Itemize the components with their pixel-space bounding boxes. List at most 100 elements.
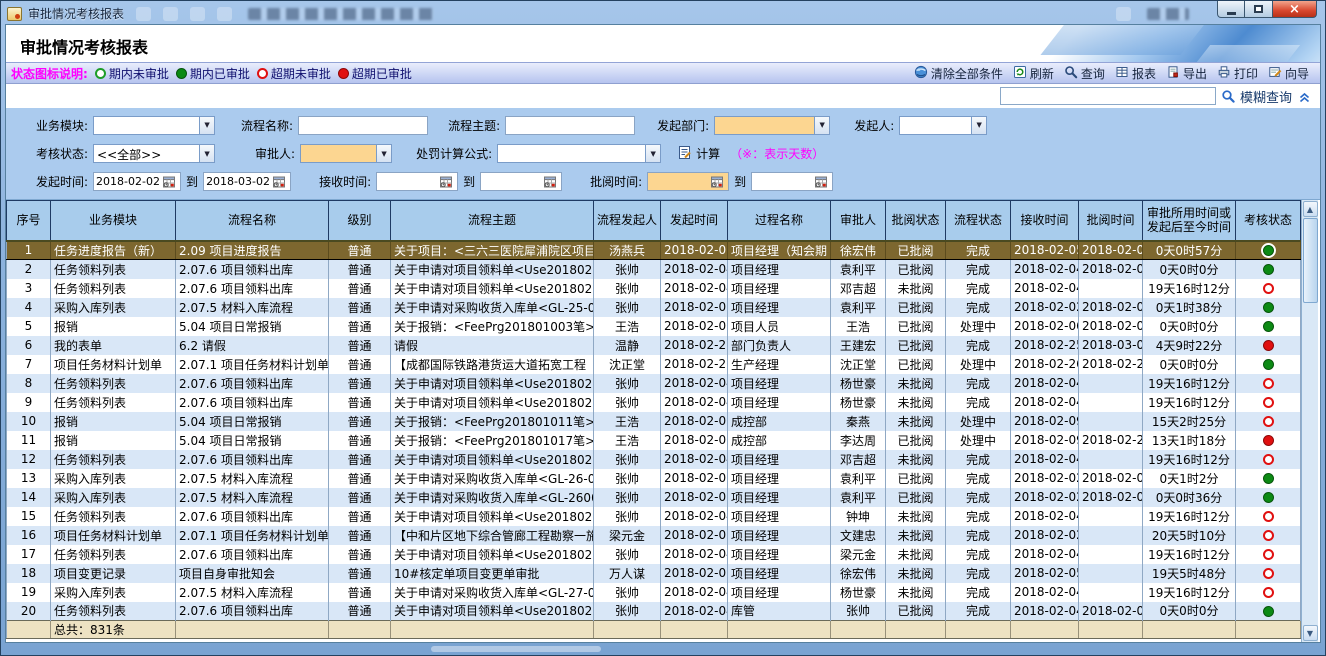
table-row[interactable]: 14采购入库列表2.07.5 材料入库流程普通关于申请对采购收货入库单<GL-2… [7, 488, 1301, 507]
chevron-down-icon[interactable]: ▼ [645, 145, 660, 162]
review-time-from-field[interactable] [647, 172, 729, 191]
clear-filter-button[interactable]: 清除全部条件 [909, 64, 1008, 83]
chevron-down-icon[interactable]: ▼ [971, 117, 986, 134]
table-row[interactable]: 13采购入库列表2.07.5 材料入库流程普通关于申请对采购收货入库单<GL-2… [7, 469, 1301, 488]
chevron-down-icon[interactable]: ▼ [199, 117, 214, 134]
penalty-formula-select[interactable]: ▼ [497, 144, 661, 163]
search-button[interactable]: 查询 [1059, 64, 1110, 83]
cell-approver: 钟坤 [831, 507, 886, 526]
maximize-button[interactable] [1245, 1, 1272, 18]
column-header-receive-date[interactable]: 接收时间 [1011, 201, 1079, 241]
cell-step: 项目经理 [728, 583, 831, 602]
table-row[interactable]: 18项目变更记录项目自身审批知会普通10#核定单项目变更单审批万人谋2018-0… [7, 564, 1301, 583]
column-header-flow-status[interactable]: 流程状态 [946, 201, 1011, 241]
table-row[interactable]: 6我的表单6.2 请假普通请假温静2018-02-25部门负责人王建宏已批阅完成… [7, 336, 1301, 355]
cell-approver: 袁利平 [831, 488, 886, 507]
table-row[interactable]: 9任务领料列表2.07.6 项目领料出库普通关于申请对项目领料单<Use2018… [7, 393, 1301, 412]
table-row[interactable]: 7项目任务材料计划单2.07.1 项目任务材料计划单普通【成都国际铁路港货运大道… [7, 355, 1301, 374]
cell-duration: 0天0时0分 [1143, 355, 1236, 374]
chevron-down-icon[interactable]: ▼ [376, 145, 391, 162]
scrollbar-thumb[interactable] [1303, 218, 1318, 303]
table-row[interactable]: 17任务领料列表2.07.6 项目领料出库普通关于申请对项目领料单<Use201… [7, 545, 1301, 564]
search-input[interactable] [1000, 87, 1216, 105]
table-row[interactable]: 1任务进度报告（新）2.09 项目进度报告普通关于项目：<三六三医院犀浦院区项目… [7, 241, 1301, 260]
process-name-input[interactable] [298, 116, 428, 135]
column-header-module[interactable]: 业务模块 [51, 201, 176, 241]
column-header-step[interactable]: 过程名称 [728, 201, 831, 241]
column-header-subject[interactable]: 流程主题 [391, 201, 594, 241]
fuzzy-search-button[interactable]: 模糊查询 [1221, 87, 1292, 106]
table-row[interactable]: 19采购入库列表2.07.5 材料入库流程普通关于申请对采购收货入库单<GL-2… [7, 583, 1301, 602]
table-row[interactable]: 4采购入库列表2.07.5 材料入库流程普通关于申请对采购收货入库单<GL-25… [7, 298, 1301, 317]
scroll-up-button[interactable]: ▲ [1303, 201, 1318, 217]
cell-receive-date: 2018-02-04 [1011, 374, 1079, 393]
table-row[interactable]: 2任务领料列表2.07.6 项目领料出库普通关于申请对项目领料单<Use2018… [7, 260, 1301, 279]
receive-time-to-field[interactable] [480, 172, 562, 191]
initiating-dept-select[interactable]: ▼ [714, 116, 830, 135]
cell-start-date: 2018-02-25 [661, 336, 728, 355]
cell-flow-status: 完成 [946, 336, 1011, 355]
status-legend: 状态图标说明: 期内未审批期内已审批超期未审批超期已审批 [6, 65, 412, 82]
wizard-button[interactable]: 向导 [1263, 64, 1314, 83]
table-row[interactable]: 3任务领料列表2.07.6 项目领料出库普通关于申请对项目领料单<Use2018… [7, 279, 1301, 298]
scroll-down-button[interactable]: ▼ [1303, 625, 1318, 641]
collapse-panel-button[interactable] [1297, 89, 1312, 104]
table-row[interactable]: 8任务领料列表2.07.6 项目领料出库普通关于申请对项目领料单<Use2018… [7, 374, 1301, 393]
vertical-scrollbar[interactable]: ▲ ▼ [1301, 200, 1318, 642]
column-header-review-date[interactable]: 批阅时间 [1079, 201, 1143, 241]
table-row[interactable]: 20任务领料列表2.07.6 项目领料出库普通关于申请对项目领料单<Use201… [7, 602, 1301, 621]
cell-assess-status [1236, 336, 1301, 355]
chevron-down-icon[interactable]: ▼ [199, 145, 214, 162]
start-time-from-field[interactable] [93, 172, 181, 191]
receive-time-from-input[interactable] [377, 175, 439, 188]
column-header-process[interactable]: 流程名称 [176, 201, 329, 241]
chevron-down-icon[interactable]: ▼ [814, 117, 829, 134]
initiator-select[interactable]: ▼ [899, 116, 987, 135]
assess-status-select[interactable]: <<全部>>▼ [93, 144, 215, 163]
titlebar-ghost-icon [1116, 7, 1131, 21]
cell-module: 项目任务材料计划单 [51, 526, 176, 545]
refresh-button[interactable]: 刷新 [1008, 64, 1059, 83]
start-time-from-input[interactable] [94, 175, 162, 188]
cell-assess-status [1236, 317, 1301, 336]
column-header-start-date[interactable]: 发起时间 [661, 201, 728, 241]
close-button[interactable]: × [1272, 1, 1317, 18]
column-header-approver[interactable]: 审批人 [831, 201, 886, 241]
calculate-button[interactable]: 计算 [677, 145, 720, 163]
table-row[interactable]: 5报销5.04 项目日常报销普通关于报销：<FeePrg201801003笔>在… [7, 317, 1301, 336]
cell-receive-date: 2018-02-04 [1011, 393, 1079, 412]
report-button[interactable]: 报表 [1110, 64, 1161, 83]
cell-level: 普通 [329, 431, 391, 450]
start-time-to-field[interactable] [203, 172, 291, 191]
app-window: 审批情况考核报表 × 审批情况考核报表 状态图标说明: 期内未审批期内已审批超期… [0, 0, 1326, 656]
export-button[interactable]: 导出 [1161, 64, 1212, 83]
approver-select[interactable]: ▼ [300, 144, 392, 163]
table-row[interactable]: 12任务领料列表2.07.6 项目领料出库普通关于申请对项目领料单<Use201… [7, 450, 1301, 469]
table-row[interactable]: 16项目任务材料计划单2.07.1 项目任务材料计划单普通【中和片区地下综合管廊… [7, 526, 1301, 545]
column-header-no[interactable]: 序号 [7, 201, 51, 241]
legend-item: 期内已审批 [176, 65, 250, 82]
review-time-to-input[interactable] [752, 175, 814, 188]
horizontal-scrollbar-thumb[interactable] [431, 646, 601, 652]
review-time-from-input[interactable] [648, 175, 710, 188]
cell-approver: 王浩 [831, 317, 886, 336]
print-button[interactable]: 打印 [1212, 64, 1263, 83]
receive-time-to-input[interactable] [481, 175, 543, 188]
column-header-review-status[interactable]: 批阅状态 [886, 201, 946, 241]
review-time-to-field[interactable] [751, 172, 833, 191]
table-row[interactable]: 15任务领料列表2.07.6 项目领料出库普通关于申请对项目领料单<Use201… [7, 507, 1301, 526]
column-header-assess-status[interactable]: 考核状态 [1236, 201, 1301, 241]
start-time-to-input[interactable] [204, 175, 272, 188]
business-module-select[interactable]: ▼ [93, 116, 215, 135]
process-subject-input[interactable] [505, 116, 635, 135]
table-row[interactable]: 11报销5.04 项目日常报销普通关于报销：<FeePrg201801017笔>… [7, 431, 1301, 450]
receive-time-from-field[interactable] [376, 172, 458, 191]
minimize-button[interactable] [1217, 1, 1245, 18]
column-header-initiator[interactable]: 流程发起人 [594, 201, 661, 241]
toolbar-button-label: 报表 [1132, 65, 1156, 82]
cell-approver: 王建宏 [831, 336, 886, 355]
table-row[interactable]: 10报销5.04 项目日常报销普通关于报销：<FeePrg201801011笔>… [7, 412, 1301, 431]
column-header-level[interactable]: 级别 [329, 201, 391, 241]
cell-receive-date: 2018-02-02 [1011, 526, 1079, 545]
column-header-duration[interactable]: 审批所用时间或发起后至今时间 [1143, 201, 1236, 241]
